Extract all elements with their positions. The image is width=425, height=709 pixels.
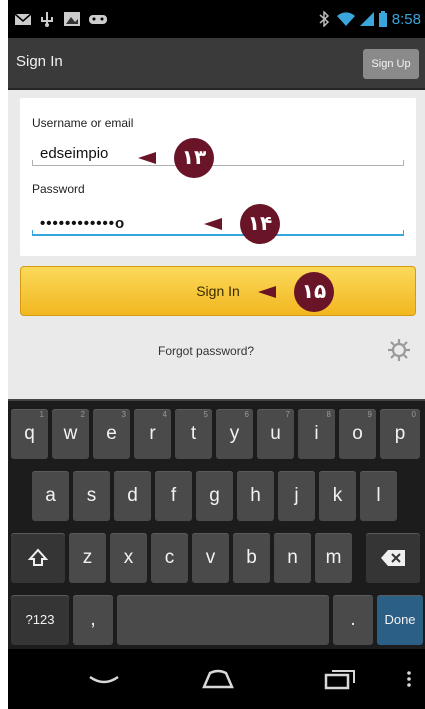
home-icon[interactable] (198, 667, 238, 691)
menu-icon[interactable] (406, 667, 412, 691)
done-key[interactable]: Done (377, 595, 423, 645)
key-hint: 1 (39, 410, 44, 419)
field-underline (32, 165, 404, 166)
callout-13: ۱۳ (138, 138, 218, 178)
callout-badge: ۱۴ (240, 204, 280, 244)
key-hint: 9 (367, 410, 372, 419)
key-p[interactable]: 0p (380, 409, 420, 459)
key-c[interactable]: c (151, 533, 188, 583)
key-label: w (63, 423, 78, 444)
soft-keyboard: 1q 2w 3e 4r 5t 6y 7u 8i 9o 0p a s d f g … (8, 399, 425, 649)
sign-in-button[interactable]: Sign In (20, 266, 416, 316)
key-z[interactable]: z (69, 533, 106, 583)
username-label: Username or email (32, 116, 134, 130)
callout-tail (258, 286, 276, 298)
key-g[interactable]: g (196, 471, 233, 521)
key-q[interactable]: 1q (11, 409, 48, 459)
recent-apps-icon[interactable] (322, 667, 358, 691)
back-icon[interactable] (86, 667, 122, 691)
key-label: e (106, 423, 117, 444)
clock: 8:58 (391, 11, 421, 28)
key-label: o (352, 423, 363, 444)
username-value: edseimpio (40, 145, 109, 162)
sign-in-content: Username or email edseimpio Password •••… (8, 90, 425, 399)
username-field[interactable]: edseimpio (32, 140, 404, 166)
password-value: ••••••••••••o (40, 215, 126, 232)
key-label: p (394, 423, 406, 444)
callout-badge: ۱۳ (174, 138, 214, 178)
callout-tail (204, 218, 222, 230)
backspace-icon (381, 550, 405, 566)
key-k[interactable]: k (319, 471, 356, 521)
key-n[interactable]: n (274, 533, 311, 583)
key-label: u (270, 423, 281, 444)
key-hint: 7 (285, 410, 290, 419)
key-label: q (24, 423, 35, 444)
sign-up-button[interactable]: Sign Up (363, 49, 419, 79)
action-bar: Sign In Sign Up (8, 38, 425, 90)
callout-14: ۱۴ (204, 204, 284, 244)
space-key[interactable] (117, 595, 329, 645)
key-label: t (190, 423, 197, 444)
period-key[interactable]: . (333, 595, 373, 645)
key-hint: 6 (244, 410, 249, 419)
key-o[interactable]: 9o (339, 409, 376, 459)
comma-key[interactable]: , (73, 595, 113, 645)
usb-icon (41, 12, 53, 27)
shift-key[interactable] (11, 533, 65, 583)
key-e[interactable]: 3e (93, 409, 130, 459)
battery-icon (379, 11, 387, 27)
mail-icon (14, 13, 32, 25)
signal-icon (360, 12, 374, 26)
key-label: r (149, 423, 156, 444)
page-title: Sign In (16, 53, 63, 70)
key-t[interactable]: 5t (175, 409, 212, 459)
sign-in-label: Sign In (196, 283, 240, 299)
key-label: i (314, 423, 319, 444)
key-d[interactable]: d (114, 471, 151, 521)
key-l[interactable]: l (360, 471, 397, 521)
gamepad-icon (89, 15, 107, 24)
key-h[interactable]: h (237, 471, 274, 521)
password-label: Password (32, 182, 85, 196)
shift-arrow-icon (27, 548, 49, 566)
key-r[interactable]: 4r (134, 409, 171, 459)
key-b[interactable]: b (233, 533, 270, 583)
wifi-icon (337, 12, 355, 26)
key-hint: 4 (162, 410, 167, 419)
key-s[interactable]: s (73, 471, 110, 521)
key-label: y (229, 423, 240, 444)
key-hint: 8 (326, 410, 331, 419)
callout-tail (138, 152, 156, 164)
backspace-key[interactable] (366, 533, 420, 583)
key-hint: 0 (411, 410, 416, 419)
image-icon (64, 12, 80, 26)
gear-icon[interactable] (387, 338, 411, 362)
key-f[interactable]: f (155, 471, 192, 521)
key-i[interactable]: 8i (298, 409, 335, 459)
key-w[interactable]: 2w (52, 409, 89, 459)
key-hint: 2 (80, 410, 85, 419)
key-y[interactable]: 6y (216, 409, 253, 459)
status-bar: 8:58 (8, 0, 425, 38)
key-hint: 3 (121, 410, 126, 419)
key-v[interactable]: v (192, 533, 229, 583)
key-u[interactable]: 7u (257, 409, 294, 459)
navigation-bar (8, 649, 425, 709)
key-m[interactable]: m (315, 533, 352, 583)
key-x[interactable]: x (110, 533, 147, 583)
key-j[interactable]: j (278, 471, 315, 521)
callout-15: ۱۵ (258, 272, 338, 312)
phone-screen: 8:58 Sign In Sign Up Username or email e… (8, 0, 425, 709)
key-hint: 5 (203, 410, 208, 419)
symbols-key[interactable]: ?123 (11, 595, 69, 645)
forgot-password-link[interactable]: Forgot password? (158, 344, 254, 358)
key-a[interactable]: a (32, 471, 69, 521)
callout-badge: ۱۵ (294, 272, 334, 312)
bluetooth-icon (319, 11, 330, 27)
